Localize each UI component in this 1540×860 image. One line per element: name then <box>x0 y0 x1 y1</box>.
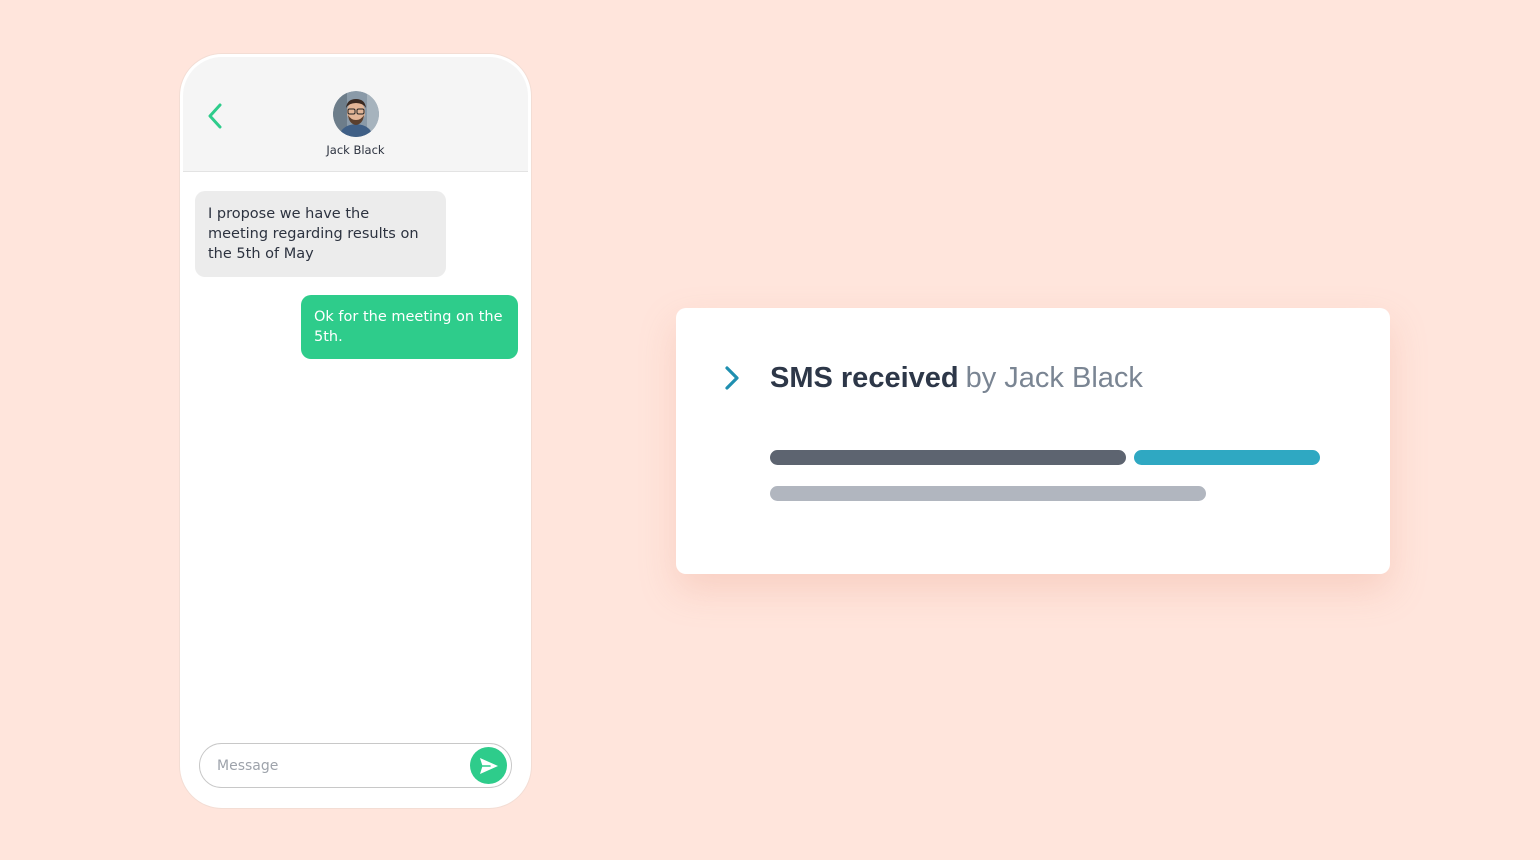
chevron-right-icon <box>725 366 739 390</box>
avatar <box>333 91 379 137</box>
incoming-message: I propose we have the meeting regarding … <box>195 191 446 277</box>
outgoing-message: Ok for the meeting on the 5th. <box>301 295 518 359</box>
send-icon <box>479 757 498 774</box>
placeholder-bar-blue <box>1134 450 1320 465</box>
send-button[interactable] <box>470 747 507 784</box>
contact-name: Jack Black <box>326 143 385 157</box>
card-title-main: SMS received <box>770 362 959 394</box>
canvas: Jack Black I propose we have the meeting… <box>0 0 1540 860</box>
placeholder-bar-dark <box>770 450 1126 465</box>
message-composer <box>199 743 512 788</box>
expand-button[interactable] <box>720 364 744 392</box>
card-title: SMS received by Jack Black <box>770 358 1143 398</box>
phone-mockup: Jack Black I propose we have the meeting… <box>180 54 531 808</box>
chevron-left-icon <box>208 103 222 129</box>
chat-header: Jack Black <box>183 57 528 172</box>
message-thread: I propose we have the meeting regarding … <box>183 173 528 725</box>
card-title-sender: by Jack Black <box>965 362 1143 394</box>
back-button[interactable] <box>203 101 227 131</box>
placeholder-bar-light <box>770 486 1206 501</box>
message-input[interactable] <box>217 744 457 787</box>
sms-received-card: SMS received by Jack Black <box>676 308 1390 574</box>
